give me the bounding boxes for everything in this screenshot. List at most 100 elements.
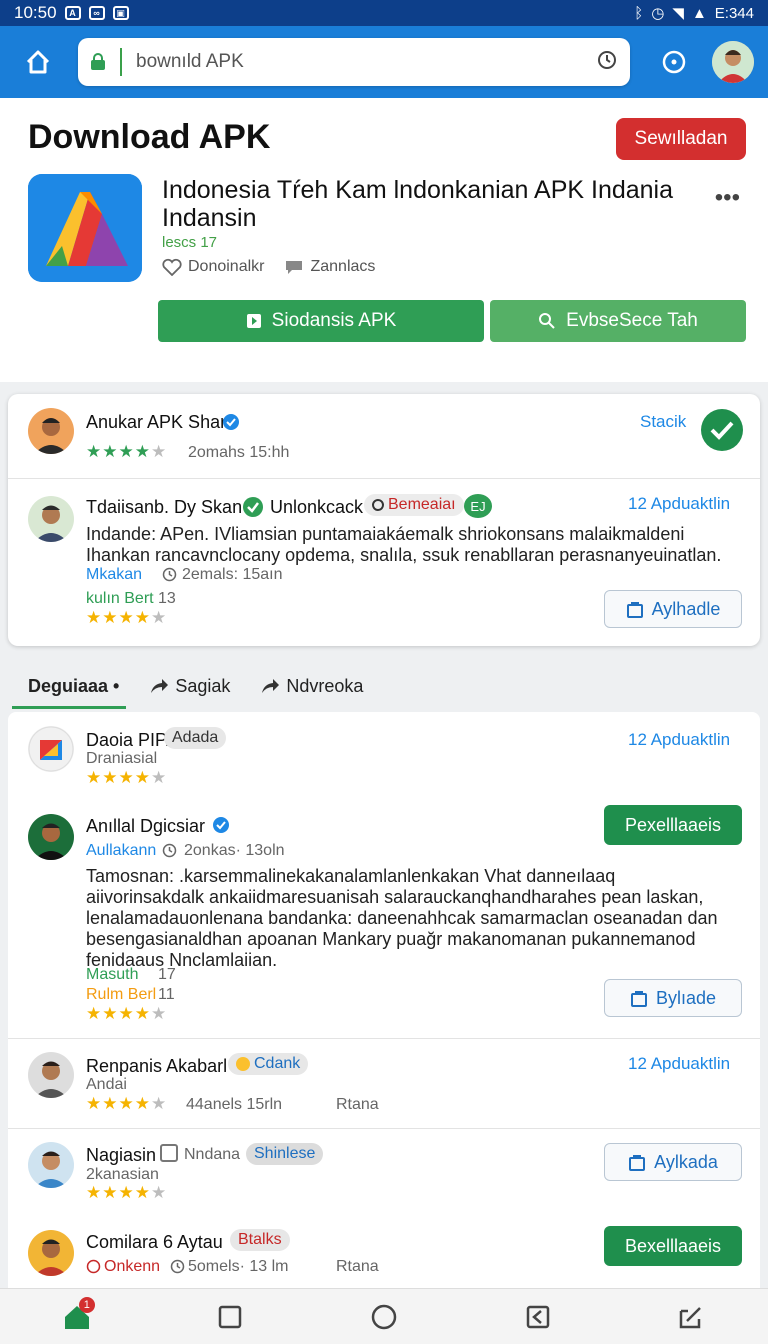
tab-share-label: Sagiak xyxy=(175,675,231,696)
item-tag-label: Shinlese xyxy=(254,1145,316,1162)
like-label: Donoinalkr xyxy=(188,258,265,275)
item-time: 2onkas· 13oln xyxy=(184,842,285,859)
nav-home[interactable]: 1 xyxy=(53,1293,101,1341)
nav-square[interactable] xyxy=(206,1293,254,1341)
item-sub: Andai xyxy=(86,1076,127,1093)
sub-label: Mkakan xyxy=(86,566,143,583)
item-extra: Rtana xyxy=(336,1258,379,1275)
tab-forward[interactable]: Ndvreoka xyxy=(260,676,363,697)
item-name[interactable]: Daoia PIP. xyxy=(86,730,170,751)
more-options-icon[interactable]: ••• xyxy=(715,184,740,212)
back-box-icon xyxy=(526,1305,549,1328)
item-tag-label: Btalks xyxy=(238,1231,282,1248)
item-time: 44anels 15rln xyxy=(186,1096,283,1113)
clock-icon xyxy=(170,1259,185,1274)
item-sub: Aullakann xyxy=(86,842,157,859)
url-separator xyxy=(120,48,122,76)
review-time: 2omahs 15:hh xyxy=(188,444,290,461)
tab-strip: Deguiaaa • Sagiak Ndvreoka xyxy=(0,660,768,712)
checkbox[interactable] xyxy=(160,1144,178,1162)
item-tag: Adada xyxy=(164,727,227,749)
chat-meta[interactable]: Zannlacs xyxy=(284,258,375,276)
apply-button[interactable]: Aylkada xyxy=(604,1143,742,1181)
chat-icon xyxy=(286,261,303,274)
apply-label: Aylhadle xyxy=(651,598,721,619)
item-time: 5omels· 13 lm xyxy=(188,1258,289,1275)
home-button[interactable] xyxy=(14,38,62,86)
item-name[interactable]: Anıllal Dgicsiar xyxy=(86,816,205,837)
page-title: Download APK xyxy=(28,118,271,156)
status-link[interactable]: Stacik xyxy=(640,412,686,432)
reviewer-name: Tdaiisanb. Dy Skan xyxy=(86,497,243,517)
item-name[interactable]: Nagiasin xyxy=(86,1145,156,1166)
forward-arrow-icon xyxy=(262,679,280,693)
lock-icon xyxy=(90,53,106,71)
nav-edit[interactable] xyxy=(667,1293,715,1341)
image-notification-icon: ▣ xyxy=(112,6,129,20)
apply-label: Bylıade xyxy=(655,987,717,1008)
item-sub-tag: Nndana xyxy=(184,1146,241,1163)
item-name[interactable]: Comilara 6 Aytau xyxy=(86,1232,223,1253)
rating-stars: ★★★★★ xyxy=(86,1004,168,1023)
avatar xyxy=(28,814,74,860)
divider xyxy=(8,1038,760,1039)
app-meta: Donoinalkr Zannlacs xyxy=(162,258,375,276)
item-sub: Onkenn xyxy=(104,1258,161,1275)
item-sub: Draniasial xyxy=(86,750,158,767)
nav-back[interactable] xyxy=(514,1293,562,1341)
tab-active[interactable]: Deguiaaa • xyxy=(28,676,119,697)
avatar xyxy=(28,1142,74,1188)
tag-badge: Bemeaiaı xyxy=(364,494,464,516)
apply-button[interactable]: Aylhadle xyxy=(604,590,742,628)
tab-underline xyxy=(12,706,126,709)
verified-badge-icon xyxy=(223,414,239,430)
install-button[interactable]: Bexelllaaeis xyxy=(604,1226,742,1266)
install-button[interactable]: Pexelllaaeis xyxy=(604,805,742,845)
subscribe-button[interactable]: Sewılladan xyxy=(616,118,746,160)
bag-icon xyxy=(626,602,643,618)
heart-icon xyxy=(162,258,182,276)
app-thumb[interactable] xyxy=(28,726,74,772)
url-bar[interactable]: bownıld APK xyxy=(78,38,630,86)
bluetooth-icon: ᛒ xyxy=(634,4,644,22)
download-apk-label: Siodansis APK xyxy=(271,310,397,331)
app-icon xyxy=(28,174,142,282)
update-link[interactable]: 12 Apduaktlin xyxy=(628,1054,730,1074)
clock-icon xyxy=(162,843,177,858)
search-button[interactable]: EvbseSece Tah xyxy=(490,300,746,342)
app-list: Daoia PIP. Adada Draniasial ★★★★★ 12 Apd… xyxy=(8,712,760,1290)
status-bar: 10:50 A ∞ ▣ ᛒ ◷ ◥ ▲ E:344 xyxy=(0,0,768,26)
search-label: EvbseSece Tah xyxy=(566,310,698,331)
wifi-icon: ◥ xyxy=(672,5,684,22)
battery-text: E:344 xyxy=(714,4,754,22)
search-icon xyxy=(539,313,555,329)
update-link[interactable]: 12 Apduaktlin xyxy=(628,730,730,750)
sub-label-b: Rulm Berl xyxy=(86,986,157,1003)
verified-label: Unlonkcack xyxy=(270,497,364,517)
like-meta[interactable]: Donoinalkr xyxy=(162,258,264,276)
apply-button[interactable]: Bylıade xyxy=(604,979,742,1017)
item-name[interactable]: Renpanis Akabarl xyxy=(86,1056,227,1077)
download-apk-button[interactable]: Siodansis APK xyxy=(158,300,484,342)
item-tag: Cdank xyxy=(228,1053,309,1075)
nav-circle[interactable] xyxy=(360,1293,408,1341)
reload-icon[interactable] xyxy=(596,49,618,76)
tab-active-label: Deguiaaa xyxy=(28,675,109,696)
profile-avatar[interactable] xyxy=(712,41,754,83)
item-extra: Rtana xyxy=(336,1096,379,1113)
apply-label: Aylkada xyxy=(654,1151,718,1172)
review-card: Anukar APK Shan ★★★★★ 2omahs 15:hh Staci… xyxy=(8,394,760,646)
url-text[interactable]: bownıld APK xyxy=(136,51,596,73)
tab-share[interactable]: Sagiak xyxy=(149,676,230,697)
verified-check-icon xyxy=(243,497,263,517)
chat-label: Zannlacs xyxy=(310,258,376,275)
avatar xyxy=(28,496,74,542)
tabs-button[interactable] xyxy=(654,42,694,82)
item-tag-label: Adada xyxy=(172,729,219,746)
bag-icon xyxy=(630,991,647,1007)
link-notification-icon: ∞ xyxy=(88,6,105,20)
secondary-tag: EJ xyxy=(464,494,492,518)
update-link[interactable]: 12 Apduaktlin xyxy=(628,494,730,514)
avatar xyxy=(28,408,74,454)
share-arrow-icon xyxy=(151,679,169,693)
